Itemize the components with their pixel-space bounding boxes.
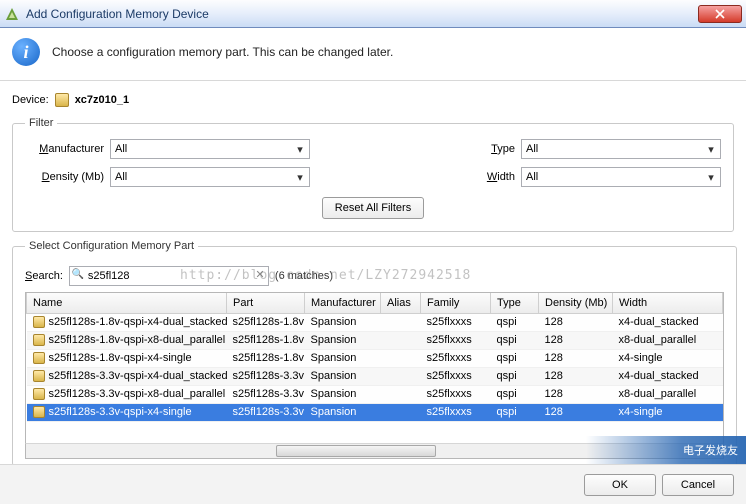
width-combo[interactable]: ▾ [521, 167, 721, 187]
device-value: xc7z010_1 [75, 94, 129, 106]
manufacturer-combo[interactable]: ▾ [110, 139, 310, 159]
density-combo[interactable]: ▾ [110, 167, 310, 187]
search-label: Search: [25, 270, 63, 282]
filter-group: Filter MManufactureranufacturer ▾ Type ▾… [12, 117, 734, 232]
table-row[interactable]: s25fl128s-1.8v-qspi-x4-dual_stackeds25fl… [27, 313, 723, 331]
type-label: Type [471, 143, 521, 155]
cancel-button[interactable]: Cancel [662, 474, 734, 496]
horizontal-scrollbar[interactable] [25, 443, 724, 459]
memory-part-icon [33, 406, 45, 418]
info-icon: i [12, 38, 40, 66]
memory-part-icon [33, 370, 45, 382]
manufacturer-label: MManufactureranufacturer [25, 143, 110, 155]
density-input[interactable] [110, 167, 310, 187]
banner-text: Choose a configuration memory part. This… [52, 45, 393, 59]
col-family[interactable]: Family [421, 293, 491, 313]
memory-part-icon [33, 352, 45, 364]
memory-part-icon [33, 334, 45, 346]
clear-search-icon[interactable]: ✕ [254, 269, 266, 281]
width-input[interactable] [521, 167, 721, 187]
app-icon [4, 6, 20, 22]
title-bar: Add Configuration Memory Device [0, 0, 746, 28]
table-row[interactable]: s25fl128s-3.3v-qspi-x8-dual_parallels25f… [27, 385, 723, 403]
width-label: Width [471, 171, 521, 183]
col-part[interactable]: Part [227, 293, 305, 313]
col-manufacturer[interactable]: Manufacturer [305, 293, 381, 313]
select-legend: Select Configuration Memory Part [25, 240, 198, 252]
close-button[interactable] [698, 5, 742, 23]
select-part-group: Select Configuration Memory Part Search:… [12, 240, 737, 466]
window-title: Add Configuration Memory Device [26, 7, 698, 21]
scrollbar-thumb[interactable] [276, 445, 436, 457]
search-input[interactable] [69, 266, 269, 286]
dialog-footer: OK Cancel [0, 464, 746, 504]
search-icon: 🔍 [72, 269, 84, 281]
parts-table[interactable]: Name Part Manufacturer Alias Family Type… [25, 292, 724, 444]
ok-button[interactable]: OK [584, 474, 656, 496]
chip-icon [55, 93, 69, 107]
col-alias[interactable]: Alias [381, 293, 421, 313]
filter-legend: Filter [25, 117, 57, 129]
banner: i Choose a configuration memory part. Th… [0, 28, 746, 81]
table-row[interactable]: s25fl128s-3.3v-qspi-x4-singles25fl128s-3… [27, 403, 723, 421]
col-width[interactable]: Width [613, 293, 723, 313]
device-row: Device: xc7z010_1 [12, 93, 734, 107]
table-row[interactable]: s25fl128s-1.8v-qspi-x4-singles25fl128s-1… [27, 349, 723, 367]
table-row[interactable]: s25fl128s-3.3v-qspi-x4-dual_stackeds25fl… [27, 367, 723, 385]
match-count: (6 matches) [275, 270, 333, 282]
density-label: Density (Mb) [25, 171, 110, 183]
device-label: Device: [12, 94, 49, 106]
memory-part-icon [33, 388, 45, 400]
reset-filters-button[interactable]: Reset All Filters [322, 197, 424, 219]
table-row[interactable]: s25fl128s-1.8v-qspi-x8-dual_parallels25f… [27, 331, 723, 349]
type-input[interactable] [521, 139, 721, 159]
manufacturer-input[interactable] [110, 139, 310, 159]
col-density[interactable]: Density (Mb) [539, 293, 613, 313]
col-type[interactable]: Type [491, 293, 539, 313]
type-combo[interactable]: ▾ [521, 139, 721, 159]
table-header-row[interactable]: Name Part Manufacturer Alias Family Type… [27, 293, 723, 313]
memory-part-icon [33, 316, 45, 328]
col-name[interactable]: Name [27, 293, 227, 313]
search-box[interactable]: 🔍 ✕ [69, 266, 269, 286]
